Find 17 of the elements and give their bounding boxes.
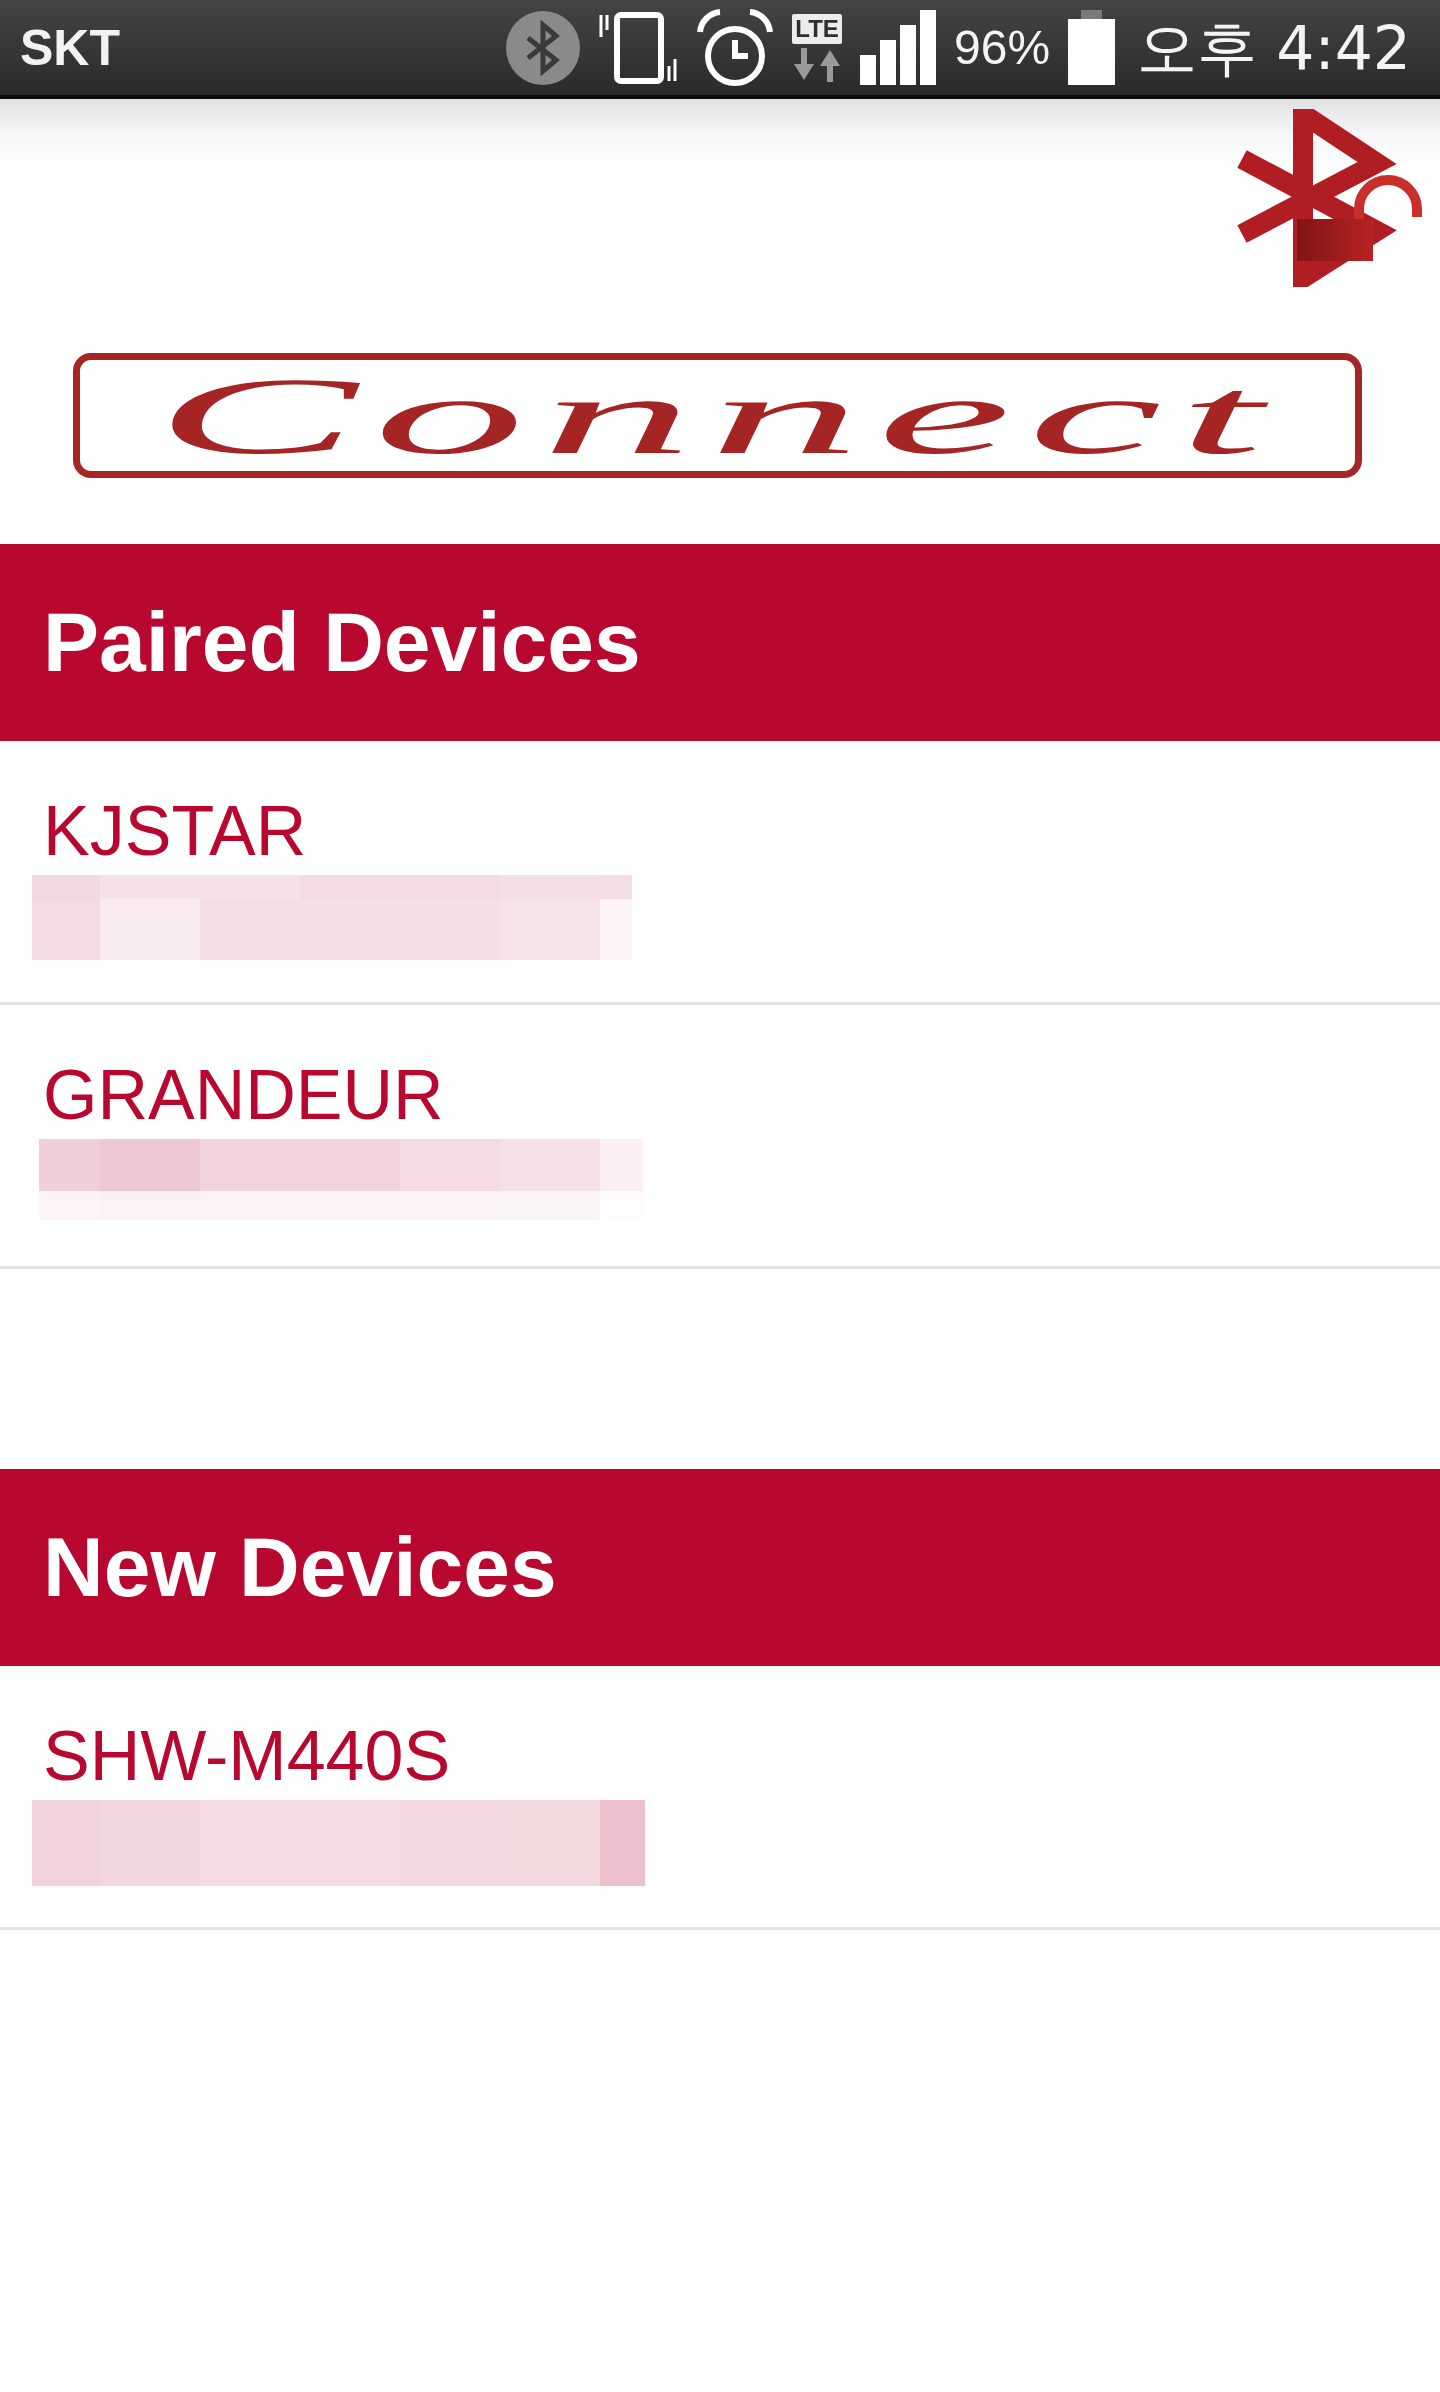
data-arrows-icon <box>792 47 843 82</box>
clock-time: 오후 4:42 <box>1137 12 1411 83</box>
section-header: New Devices <box>0 1469 1440 1666</box>
vibrate-icon <box>598 11 679 84</box>
device-name: SHW-M440S <box>43 1716 451 1796</box>
battery-icon <box>1068 10 1116 85</box>
section-header: Paired Devices <box>0 544 1440 741</box>
carrier-name: SKT <box>20 18 120 78</box>
device-name: GRANDEUR <box>43 1055 444 1135</box>
bluetooth-icon <box>506 10 581 85</box>
device-name: KJSTAR <box>43 791 307 871</box>
alarm-clock-icon <box>696 7 775 88</box>
signal-strength-icon <box>860 10 937 85</box>
battery-percentage: 96% <box>954 19 1051 76</box>
network-type-label: LTE <box>792 13 842 44</box>
bluetooth-padlock-icon[interactable] <box>1235 109 1425 287</box>
logo-text: Connect <box>155 365 1280 466</box>
